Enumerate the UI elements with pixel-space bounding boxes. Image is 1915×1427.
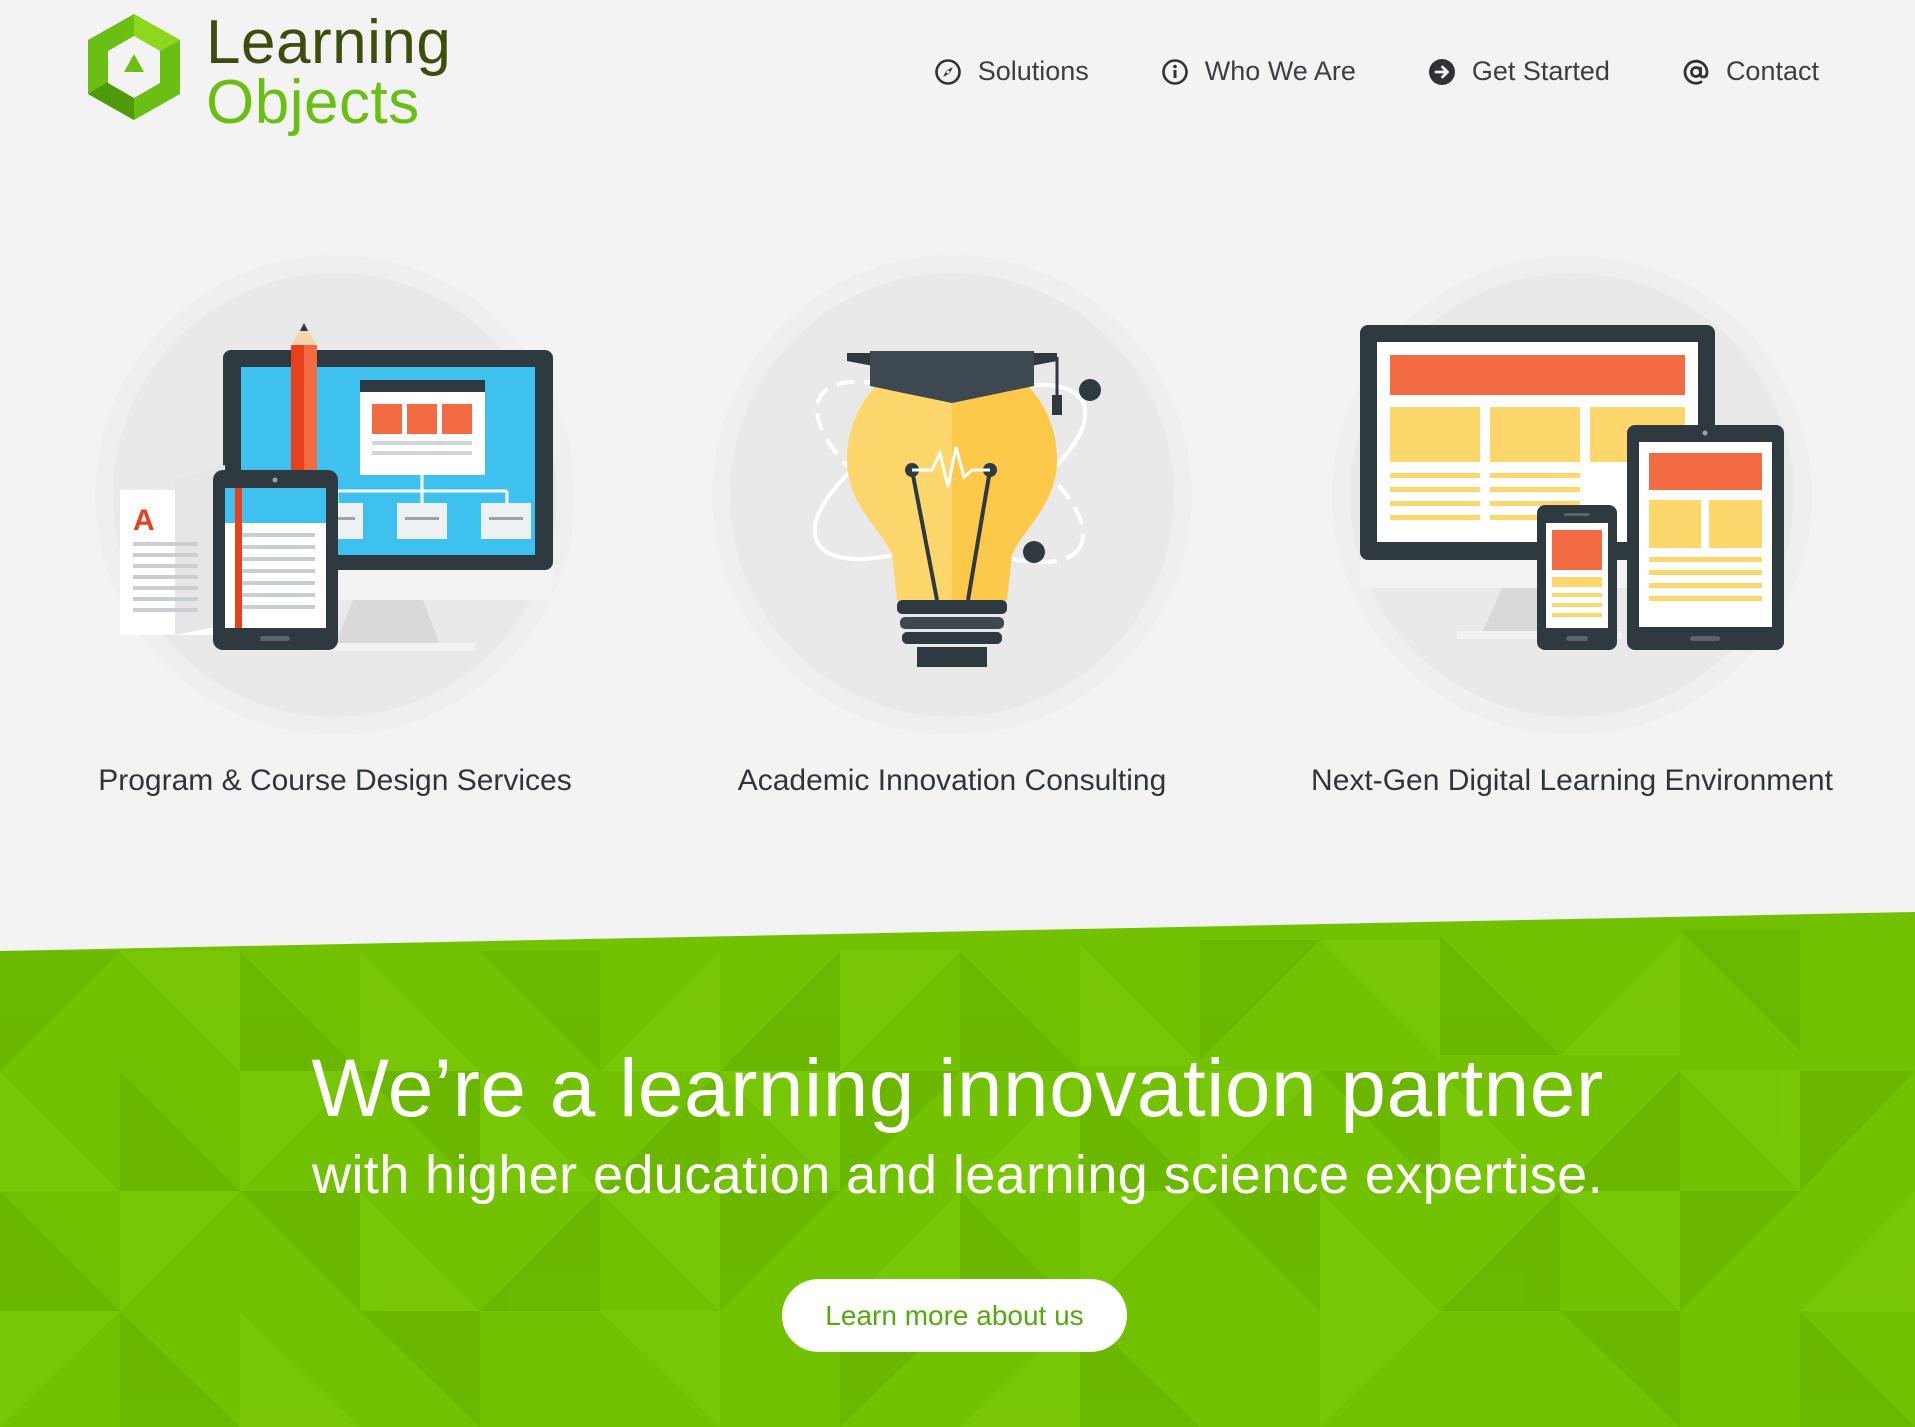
- info-icon: [1161, 58, 1188, 85]
- brand-name-line1: Learning: [206, 8, 452, 77]
- hexagon-logo-icon: [88, 14, 180, 120]
- compass-icon: [934, 58, 961, 85]
- monitor-tablet-document-icon: A: [120, 323, 553, 651]
- graduation-lightbulb-icon: [812, 351, 1101, 667]
- nav-label: Contact: [1725, 56, 1819, 86]
- nav-label: Who We Are: [1204, 56, 1356, 86]
- service-learning-environment[interactable]: [1332, 255, 1812, 755]
- svg-text:A: A: [133, 504, 155, 537]
- service-course-design[interactable]: A: [95, 255, 575, 755]
- service-label-learning-environment[interactable]: Next-Gen Digital Learning Environment: [1272, 764, 1872, 798]
- responsive-devices-icon: [1360, 325, 1784, 650]
- nav-get-started[interactable]: Get Started: [1428, 56, 1610, 87]
- service-consulting[interactable]: [712, 255, 1192, 755]
- nav-contact[interactable]: Contact: [1682, 56, 1819, 87]
- nav-label: Get Started: [1471, 56, 1610, 86]
- service-label-consulting[interactable]: Academic Innovation Consulting: [702, 764, 1202, 798]
- brand-logo[interactable]: Learning Objects: [86, 12, 451, 134]
- at-sign-icon: [1683, 59, 1709, 85]
- main-nav: Solutions Who We Are Get Started Contact: [862, 56, 1819, 87]
- arrow-right-circle-icon: [1428, 58, 1455, 85]
- nav-solutions[interactable]: Solutions: [934, 56, 1089, 87]
- service-label-course-design[interactable]: Program & Course Design Services: [85, 764, 585, 798]
- brand-name-line2: Objects: [206, 68, 420, 137]
- hero-headline: We’re a learning innovation partner: [311, 1043, 1604, 1134]
- hero-subline: with higher education and learning scien…: [312, 1145, 1603, 1205]
- nav-label: Solutions: [977, 56, 1089, 86]
- learn-more-button[interactable]: Learn more about us: [782, 1279, 1127, 1352]
- nav-who-we-are[interactable]: Who We Are: [1161, 56, 1356, 87]
